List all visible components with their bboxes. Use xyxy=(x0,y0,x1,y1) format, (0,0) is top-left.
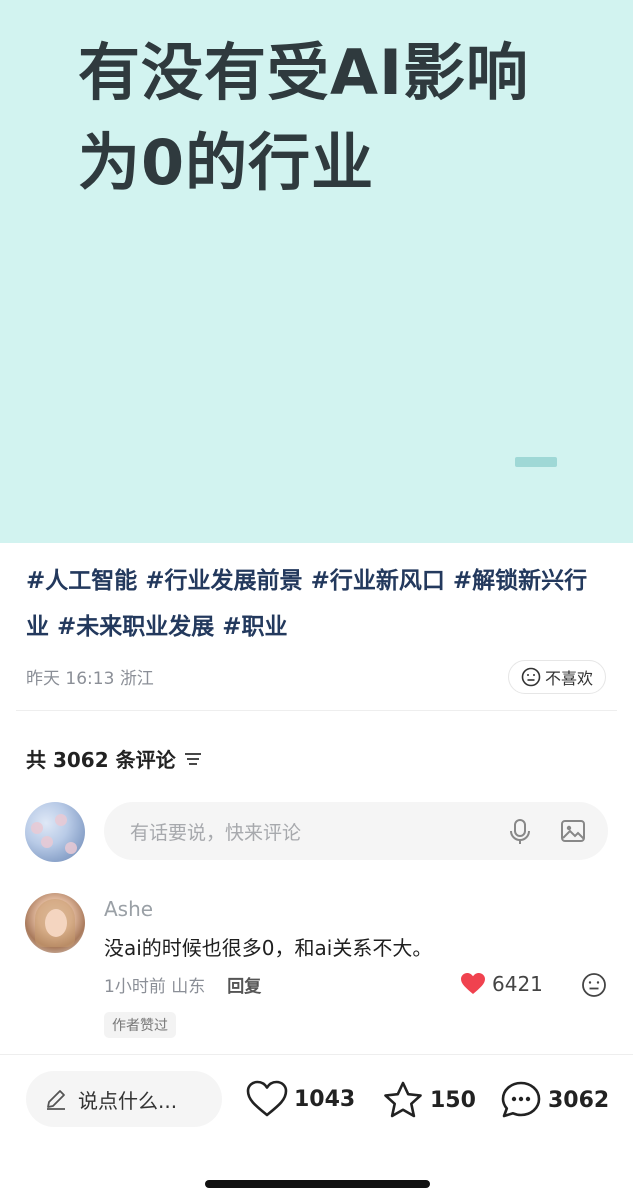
comments-count[interactable]: 共 3062 条评论 xyxy=(26,744,202,773)
comment-input-placeholder: 有话要说，快来评论 xyxy=(130,821,302,844)
favorite-button[interactable]: 150 xyxy=(382,1080,476,1120)
commenter-avatar[interactable] xyxy=(25,893,85,953)
my-avatar[interactable] xyxy=(25,802,85,862)
author-liked-badge: 作者赞过 xyxy=(104,1012,176,1038)
heart-icon xyxy=(461,973,485,994)
neutral-face-icon[interactable] xyxy=(581,972,607,998)
filter-icon[interactable] xyxy=(184,751,202,767)
say-something-label: 说点什么... xyxy=(78,1088,178,1113)
tag-list: #人工智能 #行业发展前景 #行业新风口 #解锁新兴行业 #未来职业发展 #职业 xyxy=(26,558,616,650)
divider xyxy=(16,710,617,711)
comment-like-count: 6421 xyxy=(492,972,543,996)
mic-icon[interactable] xyxy=(508,818,532,846)
comment-location: 山东 xyxy=(171,977,206,997)
post-location: 浙江 xyxy=(119,669,154,689)
heart-icon xyxy=(246,1080,288,1117)
cover-title-line2: 为0的行业 xyxy=(78,126,375,199)
bottom-action-bar: 说点什么... 1043 150 3062 xyxy=(0,1056,633,1200)
commenter-name[interactable]: Ashe xyxy=(104,897,153,921)
like-count: 1043 xyxy=(294,1086,356,1112)
say-something-input[interactable]: 说点什么... xyxy=(26,1071,222,1127)
home-indicator[interactable] xyxy=(205,1180,430,1188)
neutral-face-icon xyxy=(521,667,541,687)
tag-new-trend[interactable]: #行业新风口 xyxy=(311,568,445,594)
tag-industry-prospects[interactable]: #行业发展前景 xyxy=(145,568,302,594)
reply-button[interactable]: 回复 xyxy=(227,972,261,997)
comment-count: 3062 xyxy=(548,1087,610,1113)
comment-input[interactable]: 有话要说，快来评论 xyxy=(104,802,608,860)
dislike-button[interactable]: 不喜欢 xyxy=(508,660,606,694)
image-page-indicator xyxy=(515,457,557,467)
like-button[interactable]: 1043 xyxy=(246,1080,355,1118)
star-icon xyxy=(384,1081,422,1118)
comment-text[interactable]: 没ai的时候也很多0，和ai关系不大。 xyxy=(104,932,432,961)
cover-title-line1: 有没有受AI影响 xyxy=(78,36,530,109)
tag-future-career[interactable]: #未来职业发展 xyxy=(57,614,214,640)
comments-count-label: 共 3062 条评论 xyxy=(26,748,176,772)
comment-time-location: 1小时前 山东 xyxy=(104,972,205,997)
post-meta: 昨天 16:13 浙江 xyxy=(26,664,154,689)
tag-career[interactable]: #职业 xyxy=(222,614,287,640)
cover-title: 有没有受AI影响 为0的行业 xyxy=(78,28,578,208)
comment-time: 1小时前 xyxy=(104,977,166,997)
divider xyxy=(0,1054,633,1055)
pencil-icon xyxy=(47,1090,65,1110)
comment-like-button[interactable]: 6421 xyxy=(460,972,543,996)
favorite-count: 150 xyxy=(430,1087,476,1113)
dislike-label: 不喜欢 xyxy=(544,669,593,688)
tag-ai[interactable]: #人工智能 xyxy=(26,568,137,594)
comment-meta: 1小时前 山东 回复 xyxy=(104,972,261,997)
cover-image[interactable]: 有没有受AI影响 为0的行业 xyxy=(0,0,633,543)
comment-button[interactable]: 3062 xyxy=(500,1080,609,1120)
image-icon[interactable] xyxy=(560,818,586,844)
comment-bubble-icon xyxy=(501,1081,541,1118)
post-time: 昨天 16:13 xyxy=(26,669,115,689)
